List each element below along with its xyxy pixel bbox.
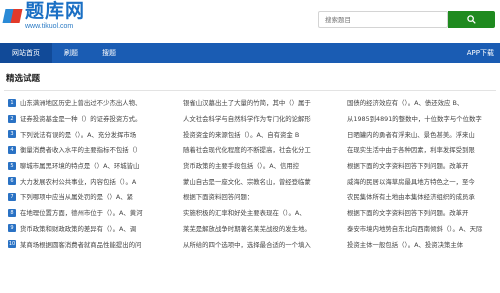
question-link[interactable]: 投资主体一般包括（）。A、投资决策主体: [342, 240, 497, 249]
question-link[interactable]: 衡量消费者收入水平的主要指标不包括（）: [20, 145, 180, 154]
logo-url: www.tikuol.com: [25, 23, 74, 30]
question-link[interactable]: 根据下面的文字资料回答下列问题。改革开: [342, 208, 497, 217]
question-link[interactable]: 下列说法有误的是（）。A、充分发挥市场: [20, 130, 180, 139]
list-item: 3 下列说法有误的是（）。A、充分发挥市场 投资资金的来源包括（）。A、自有资金…: [0, 126, 500, 142]
question-number: 9: [8, 224, 16, 233]
search-box: [318, 11, 448, 28]
question-link[interactable]: 随着社会现代化程度的不断提高，社会化分工: [180, 145, 342, 154]
question-link[interactable]: 银雀山汉墓出土了大量的竹简，其中（）属于: [180, 98, 342, 107]
featured-questions: 精选试题 1 山东满洲地区历史上曾出过不少杰出人物、 银雀山汉墓出土了大量的竹简…: [0, 70, 500, 252]
nav-search[interactable]: 搜题: [90, 43, 128, 63]
list-item: 6 大力发展农村公共事业，内容包括（）。A 蒙山自古是一座文化、宗教名山，曾经登…: [0, 173, 500, 189]
site-logo[interactable]: 题库网 www.tikuol.com: [2, 0, 86, 30]
list-item: 8 在地理位置方面，德州市位于（）。A、黄河 实施积极的汇率和好处主要表现在（）…: [0, 205, 500, 221]
question-number: 10: [8, 240, 16, 249]
question-link[interactable]: 货币政策的主要手段包括（）。A、信用控: [180, 161, 342, 170]
question-link[interactable]: 莱芜是解放战争时期著名莱芜战役的发生地。: [180, 224, 342, 233]
question-link[interactable]: 国债的经济效应有（）。A、债还效应 B、: [342, 98, 497, 107]
question-link[interactable]: 农民集体所有土地由本集体经济组织的成员承: [342, 192, 497, 201]
question-link[interactable]: 日晒罐内的勇者有浮来山、景色甚美。浮来山: [342, 130, 497, 139]
list-item: 2 证券投资基金是一种（）的证券投资方式。 人文社会科学与自然科学作为专门化的论…: [0, 111, 500, 127]
question-number: 4: [8, 145, 16, 154]
question-link[interactable]: 证券投资基金是一种（）的证券投资方式。: [20, 114, 180, 123]
section-title: 精选试题: [6, 74, 41, 84]
question-link[interactable]: 人文社会科学与自然科学作为专门化的论解形: [180, 114, 342, 123]
divider: [4, 90, 496, 91]
question-link[interactable]: 下列哪项中应当从属处罚的是（）A、紧: [20, 192, 180, 201]
question-number: 7: [8, 192, 16, 201]
question-number: 1: [8, 98, 16, 107]
list-item: 4 衡量消费者收入水平的主要指标不包括（） 随着社会现代化程度的不断提高，社会化…: [0, 142, 500, 158]
logo-title: 题库网: [25, 0, 86, 22]
question-link[interactable]: 在现实生活中由于各种因素，利率发挥受到限: [342, 145, 497, 154]
question-link[interactable]: 聊城市属黑环境的特点是（）A、环城皆山: [20, 161, 180, 170]
top-header: 题库网 www.tikuol.com: [0, 0, 500, 40]
question-link[interactable]: 某商场根据圆客消费者就商品性能提出的问: [20, 240, 180, 249]
logo-icon: [2, 7, 23, 25]
question-number: 5: [8, 161, 16, 170]
question-link[interactable]: 威海的民居以海草房最具地方特色之一，至今: [342, 177, 497, 186]
nav-home[interactable]: 网站首页: [0, 43, 52, 63]
list-item: 1 山东满洲地区历史上曾出过不少杰出人物、 银雀山汉墓出土了大量的竹简，其中（）…: [0, 95, 500, 111]
question-link[interactable]: 大力发展农村公共事业，内容包括（）。A: [20, 177, 180, 186]
question-list: 1 山东满洲地区历史上曾出过不少杰出人物、 银雀山汉墓出土了大量的竹简，其中（）…: [0, 95, 500, 252]
question-link[interactable]: 蒙山自古是一座文化、宗教名山，曾经登临蒙: [180, 177, 342, 186]
question-link[interactable]: 山东满洲地区历史上曾出过不少杰出人物、: [20, 98, 180, 107]
question-link[interactable]: 从所给的四个选项中，选择最合适的一个填入: [180, 240, 342, 249]
app-download-link[interactable]: APP下载: [455, 43, 500, 63]
question-link[interactable]: 货币政策和财政政策的差异有（）。A、调: [20, 224, 180, 233]
question-number: 2: [8, 114, 16, 123]
nav-practice[interactable]: 刷题: [52, 43, 90, 63]
list-item: 7 下列哪项中应当从属处罚的是（）A、紧 根据下面资料回答问题： 农民集体所有土…: [0, 189, 500, 205]
search-icon: [467, 15, 476, 24]
list-item: 9 货币政策和财政政策的差异有（）。A、调 莱芜是解放战争时期著名莱芜战役的发生…: [0, 221, 500, 237]
list-item: 10 某商场根据圆客消费者就商品性能提出的问 从所给的四个选项中，选择最合适的一…: [0, 236, 500, 252]
search-input[interactable]: [319, 12, 447, 27]
question-link[interactable]: 在地理位置方面，德州市位于（）。A、黄河: [20, 208, 180, 217]
question-link[interactable]: 泰安市境内地势自东北向西南倾斜（）。A、天际: [342, 224, 497, 233]
question-link[interactable]: 实施积极的汇率和好处主要表现在（）。A、: [180, 208, 342, 217]
question-number: 6: [8, 177, 16, 186]
main-nav: 网站首页 刷题 搜题 APP下载: [0, 43, 500, 63]
question-link[interactable]: 根据下面的文字资料回答下列问题。改革开: [342, 161, 497, 170]
search-button[interactable]: [448, 11, 495, 28]
question-number: 8: [8, 208, 16, 217]
list-item: 5 聊城市属黑环境的特点是（）A、环城皆山 货币政策的主要手段包括（）。A、信用…: [0, 158, 500, 174]
question-number: 3: [8, 130, 16, 139]
question-link[interactable]: 根据下面资料回答问题：: [180, 192, 342, 201]
question-link[interactable]: 从1985到4891的整数中，十位数字与个位数字: [342, 114, 497, 123]
question-link[interactable]: 投资资金的来源包括（）。A、自有资金 B: [180, 130, 342, 139]
